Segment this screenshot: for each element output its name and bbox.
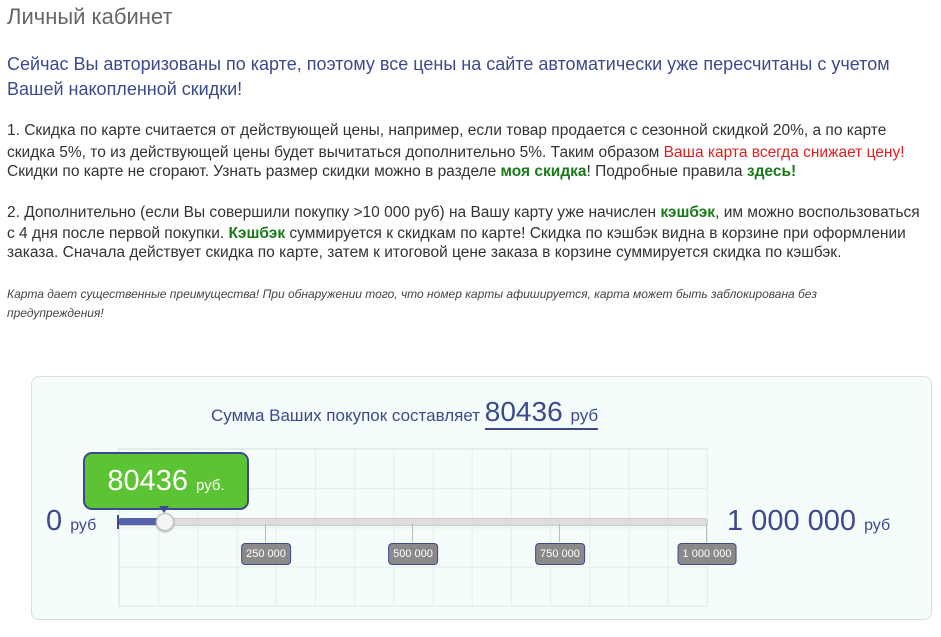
highlight-text: Ваша карта всегда снижает цену! xyxy=(663,144,905,161)
slider-tick xyxy=(412,524,413,542)
slider-tick-label: 250 000 xyxy=(241,543,291,565)
auth-notice-line: Вашей накопленной скидки! xyxy=(7,79,243,99)
text: , им можно воспользоваться xyxy=(715,204,920,221)
slider-tick-label: 500 000 xyxy=(388,543,438,565)
slider-value-tooltip: 80436 руб. xyxy=(83,452,249,510)
max-value: 1 000 000 xyxy=(727,505,857,537)
cashback-link[interactable]: кэшбэк xyxy=(660,204,715,221)
warning-note: предупреждения! xyxy=(7,306,104,320)
text: с 4 дня после первой покупки. xyxy=(7,225,229,242)
min-unit: руб xyxy=(70,517,97,534)
sum-number: 80436 xyxy=(484,396,563,427)
rule-2-text: заказа. Сначала действует скидка по карт… xyxy=(7,244,842,261)
slider-tick-label: 1 000 000 xyxy=(677,543,737,565)
purchase-sum-heading: Сумма Ваших покупок составляет 80436 руб xyxy=(211,396,599,430)
cashback-label: Кэшбэк xyxy=(228,225,286,242)
slider-tick xyxy=(706,524,707,542)
max-unit: руб xyxy=(864,517,891,534)
rule-2-text: с 4 дня после первой покупки. Кэшбэк сум… xyxy=(7,225,941,243)
text: ! Подробные правила xyxy=(586,163,747,180)
text: Скидки по карте не сгорают. Узнать разме… xyxy=(7,163,501,180)
my-discount-link[interactable]: моя скидка xyxy=(501,163,587,180)
slider-track[interactable] xyxy=(118,518,708,526)
slider-tick xyxy=(559,524,560,542)
tooltip-value: 80436 xyxy=(107,465,188,497)
sum-unit: руб xyxy=(570,406,599,425)
slider-tick-label: 750 000 xyxy=(535,543,585,565)
rule-2-text: 2. Дополнительно (если Вы совершили поку… xyxy=(7,204,941,222)
rule-1-text: скидка 5%, то из действующей цены будет … xyxy=(7,144,941,162)
warning-note: Карта дает существенные преимущества! Пр… xyxy=(7,287,817,301)
sum-value: 80436 руб xyxy=(484,396,599,430)
text: суммируется к скидкам по карте! Скидка п… xyxy=(285,225,906,242)
auth-notice-line: Сейчас Вы авторизованы по карте, поэтому… xyxy=(7,54,890,74)
rule-1-text: 1. Скидка по карте считается от действую… xyxy=(7,122,887,139)
slider-max-label: 1 000 000 руб xyxy=(727,505,890,538)
slider-tick xyxy=(265,524,266,542)
rules-link[interactable]: здесь xyxy=(747,163,791,180)
rule-1-text: Скидки по карте не сгорают. Узнать разме… xyxy=(7,163,941,181)
sum-label: Сумма Ваших покупок составляет xyxy=(211,406,481,425)
text: скидка 5%, то из действующей цены будет … xyxy=(7,144,664,161)
text: ! xyxy=(790,163,797,180)
text: 2. Дополнительно (если Вы совершили поку… xyxy=(7,204,661,221)
tooltip-arrow xyxy=(159,506,170,518)
slider-min-label: 0 руб xyxy=(46,505,96,538)
slider-start-marker xyxy=(117,515,119,529)
page-title: Личный кабинет xyxy=(7,4,173,29)
min-value: 0 xyxy=(46,505,63,537)
tooltip-unit: руб. xyxy=(196,477,225,494)
